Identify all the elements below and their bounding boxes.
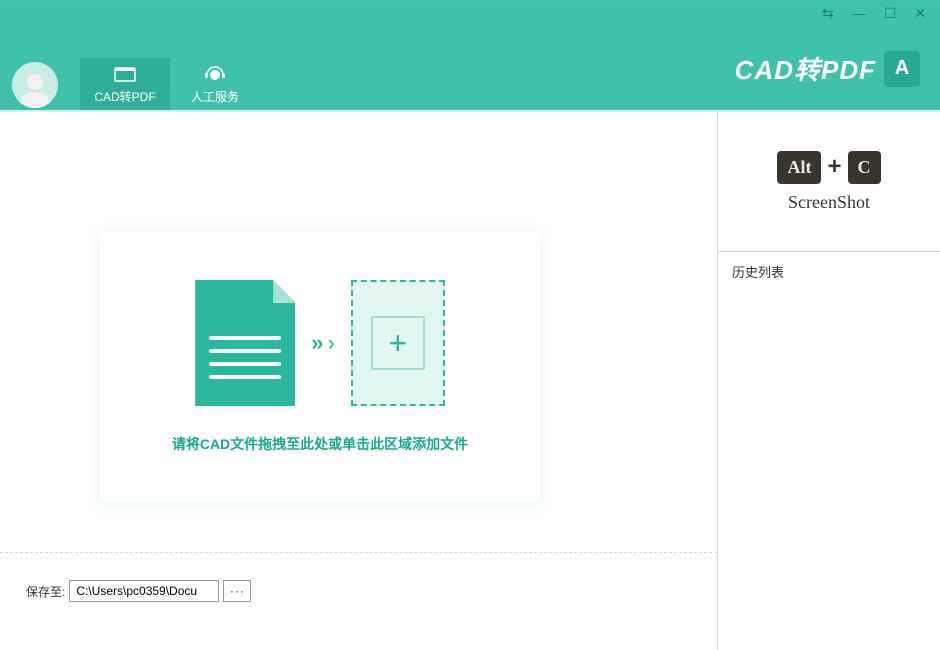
keycap-c: C — [848, 151, 881, 184]
history-list-header: 历史列表 — [718, 252, 940, 291]
maximize-button[interactable]: ☐ — [884, 6, 897, 20]
drop-hint-text: 请将CAD文件拖拽至此处或单击此区域添加文件 — [172, 434, 468, 454]
document-file-icon — [195, 280, 295, 406]
app-logo-icon: A — [884, 51, 920, 87]
document-icon — [114, 64, 136, 84]
main-area: »› + 请将CAD文件拖拽至此处或单击此区域添加文件 保存至: ··· — [0, 112, 718, 650]
promo-label: ScreenShot — [788, 192, 870, 213]
promo-keys: Alt + C — [777, 151, 880, 184]
add-file-box: + — [351, 280, 445, 406]
user-avatar-icon[interactable] — [12, 62, 58, 108]
tab-human-service[interactable]: 人工服务 — [170, 58, 260, 110]
menu-icon[interactable]: ⇆ — [822, 6, 834, 20]
save-path-row: 保存至: ··· — [26, 580, 251, 602]
close-button[interactable]: ✕ — [914, 6, 926, 20]
browse-button[interactable]: ··· — [223, 580, 251, 602]
keycap-alt: Alt — [777, 151, 821, 184]
tab-label: CAD转PDF — [94, 88, 155, 105]
window-controls: ⇆ — ☐ ✕ — [822, 6, 926, 20]
tab-label: 人工服务 — [191, 88, 239, 105]
app-title-block: CAD转PDF A — [735, 50, 920, 87]
save-path-input[interactable] — [69, 580, 219, 602]
footer-divider — [0, 552, 717, 553]
content-row: »› + 请将CAD文件拖拽至此处或单击此区域添加文件 保存至: ··· Alt… — [0, 110, 940, 650]
headset-icon — [204, 64, 226, 84]
tab-cad-to-pdf[interactable]: CAD转PDF — [80, 58, 170, 110]
plus-icon: + — [827, 153, 841, 181]
app-header: ⇆ — ☐ ✕ CAD转PDF A CAD转PDF 人工服务 — [0, 0, 940, 110]
screenshot-promo[interactable]: Alt + C ScreenShot — [718, 112, 940, 252]
right-sidebar: Alt + C ScreenShot 历史列表 — [718, 112, 940, 650]
minimize-button[interactable]: — — [852, 6, 866, 20]
main-tabs: CAD转PDF 人工服务 — [80, 58, 260, 110]
file-drop-zone[interactable]: »› + 请将CAD文件拖拽至此处或单击此区域添加文件 — [100, 232, 540, 502]
save-label: 保存至: — [26, 583, 65, 600]
person-icon — [15, 68, 55, 108]
drop-graphic: »› + — [195, 280, 445, 406]
app-title-text: CAD转PDF — [735, 50, 876, 87]
arrow-right-icon: »› — [311, 330, 335, 356]
plus-icon: + — [388, 325, 407, 362]
